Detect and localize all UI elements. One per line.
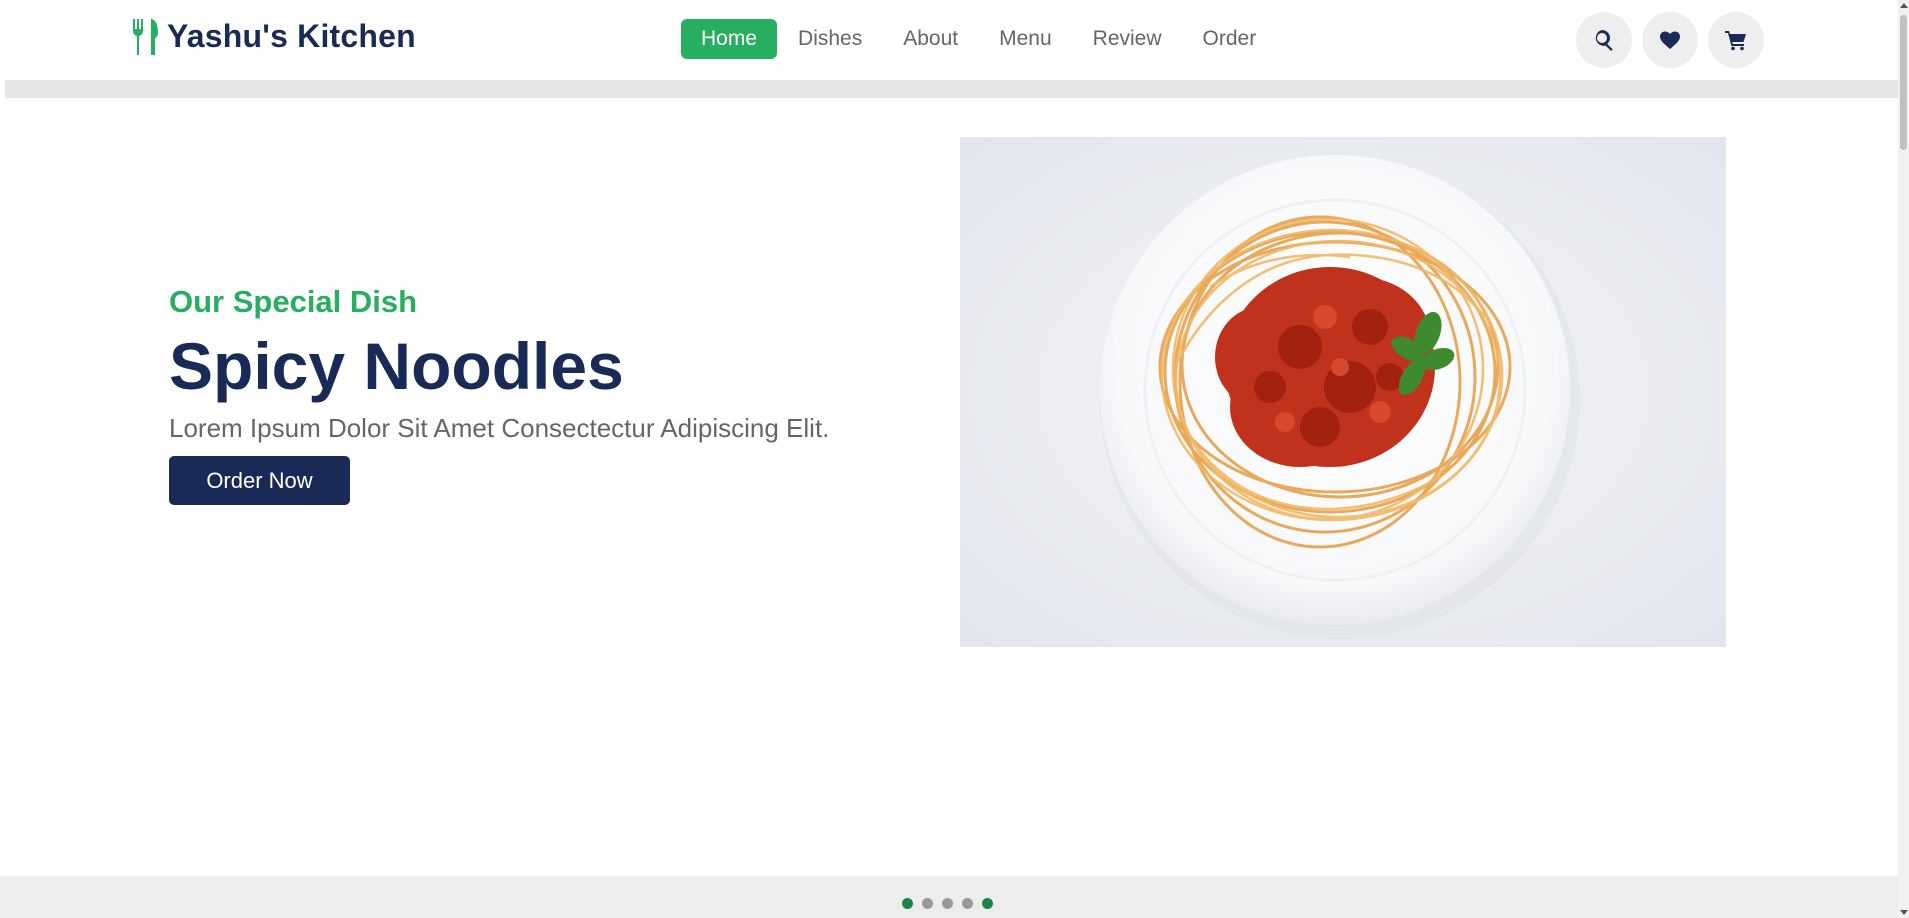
slide-dot-2[interactable] xyxy=(922,898,933,909)
slider-pagination-bar xyxy=(0,876,1898,918)
hero-description: Lorem Ipsum Dolor Sit Amet Consectectur … xyxy=(169,412,830,443)
header-actions xyxy=(1576,12,1764,68)
utensils-icon xyxy=(133,18,158,55)
hero-title: Spicy Noodles xyxy=(169,329,624,403)
logo[interactable]: Yashu's Kitchen xyxy=(131,18,416,55)
slider-pagination xyxy=(902,898,993,909)
nav-item-dishes[interactable]: Dishes xyxy=(778,19,882,59)
scroll-thumb[interactable] xyxy=(1900,15,1907,150)
search-icon xyxy=(1595,29,1613,51)
nav-item-order[interactable]: Order xyxy=(1183,19,1277,59)
nav-item-about[interactable]: About xyxy=(883,19,978,59)
scroll-up-arrow-icon[interactable] xyxy=(1900,3,1908,8)
favorites-button[interactable] xyxy=(1642,12,1698,68)
search-button[interactable] xyxy=(1576,12,1632,68)
header: Yashu's Kitchen Home Dishes About Menu R… xyxy=(0,0,1898,80)
slide-dot-4[interactable] xyxy=(962,898,973,909)
shopping-cart-icon xyxy=(1725,31,1746,51)
page-scrollbar[interactable] xyxy=(1898,0,1909,918)
order-now-button[interactable]: Order Now xyxy=(169,455,350,505)
cart-button[interactable] xyxy=(1708,12,1764,68)
brand-name: Yashu's Kitchen xyxy=(167,18,416,54)
hero-subtitle: Our Special Dish xyxy=(169,284,418,319)
nav-item-review[interactable]: Review xyxy=(1073,19,1182,59)
nav-item-home[interactable]: Home xyxy=(681,19,778,59)
nav-item-menu[interactable]: Menu xyxy=(979,19,1072,59)
hero-content: Our Special Dish Spicy Noodles Lorem Ips… xyxy=(169,284,929,505)
main-nav: Home Dishes About Menu Review Order xyxy=(681,19,1277,59)
spaghetti-plate-image xyxy=(960,137,1726,647)
scroll-down-arrow-icon[interactable] xyxy=(1900,910,1908,915)
slide-dot-1[interactable] xyxy=(902,898,913,909)
slide-dot-3[interactable] xyxy=(942,898,953,909)
header-divider xyxy=(5,80,1898,98)
heart-icon xyxy=(1660,31,1680,49)
slide-dot-5[interactable] xyxy=(982,898,993,909)
